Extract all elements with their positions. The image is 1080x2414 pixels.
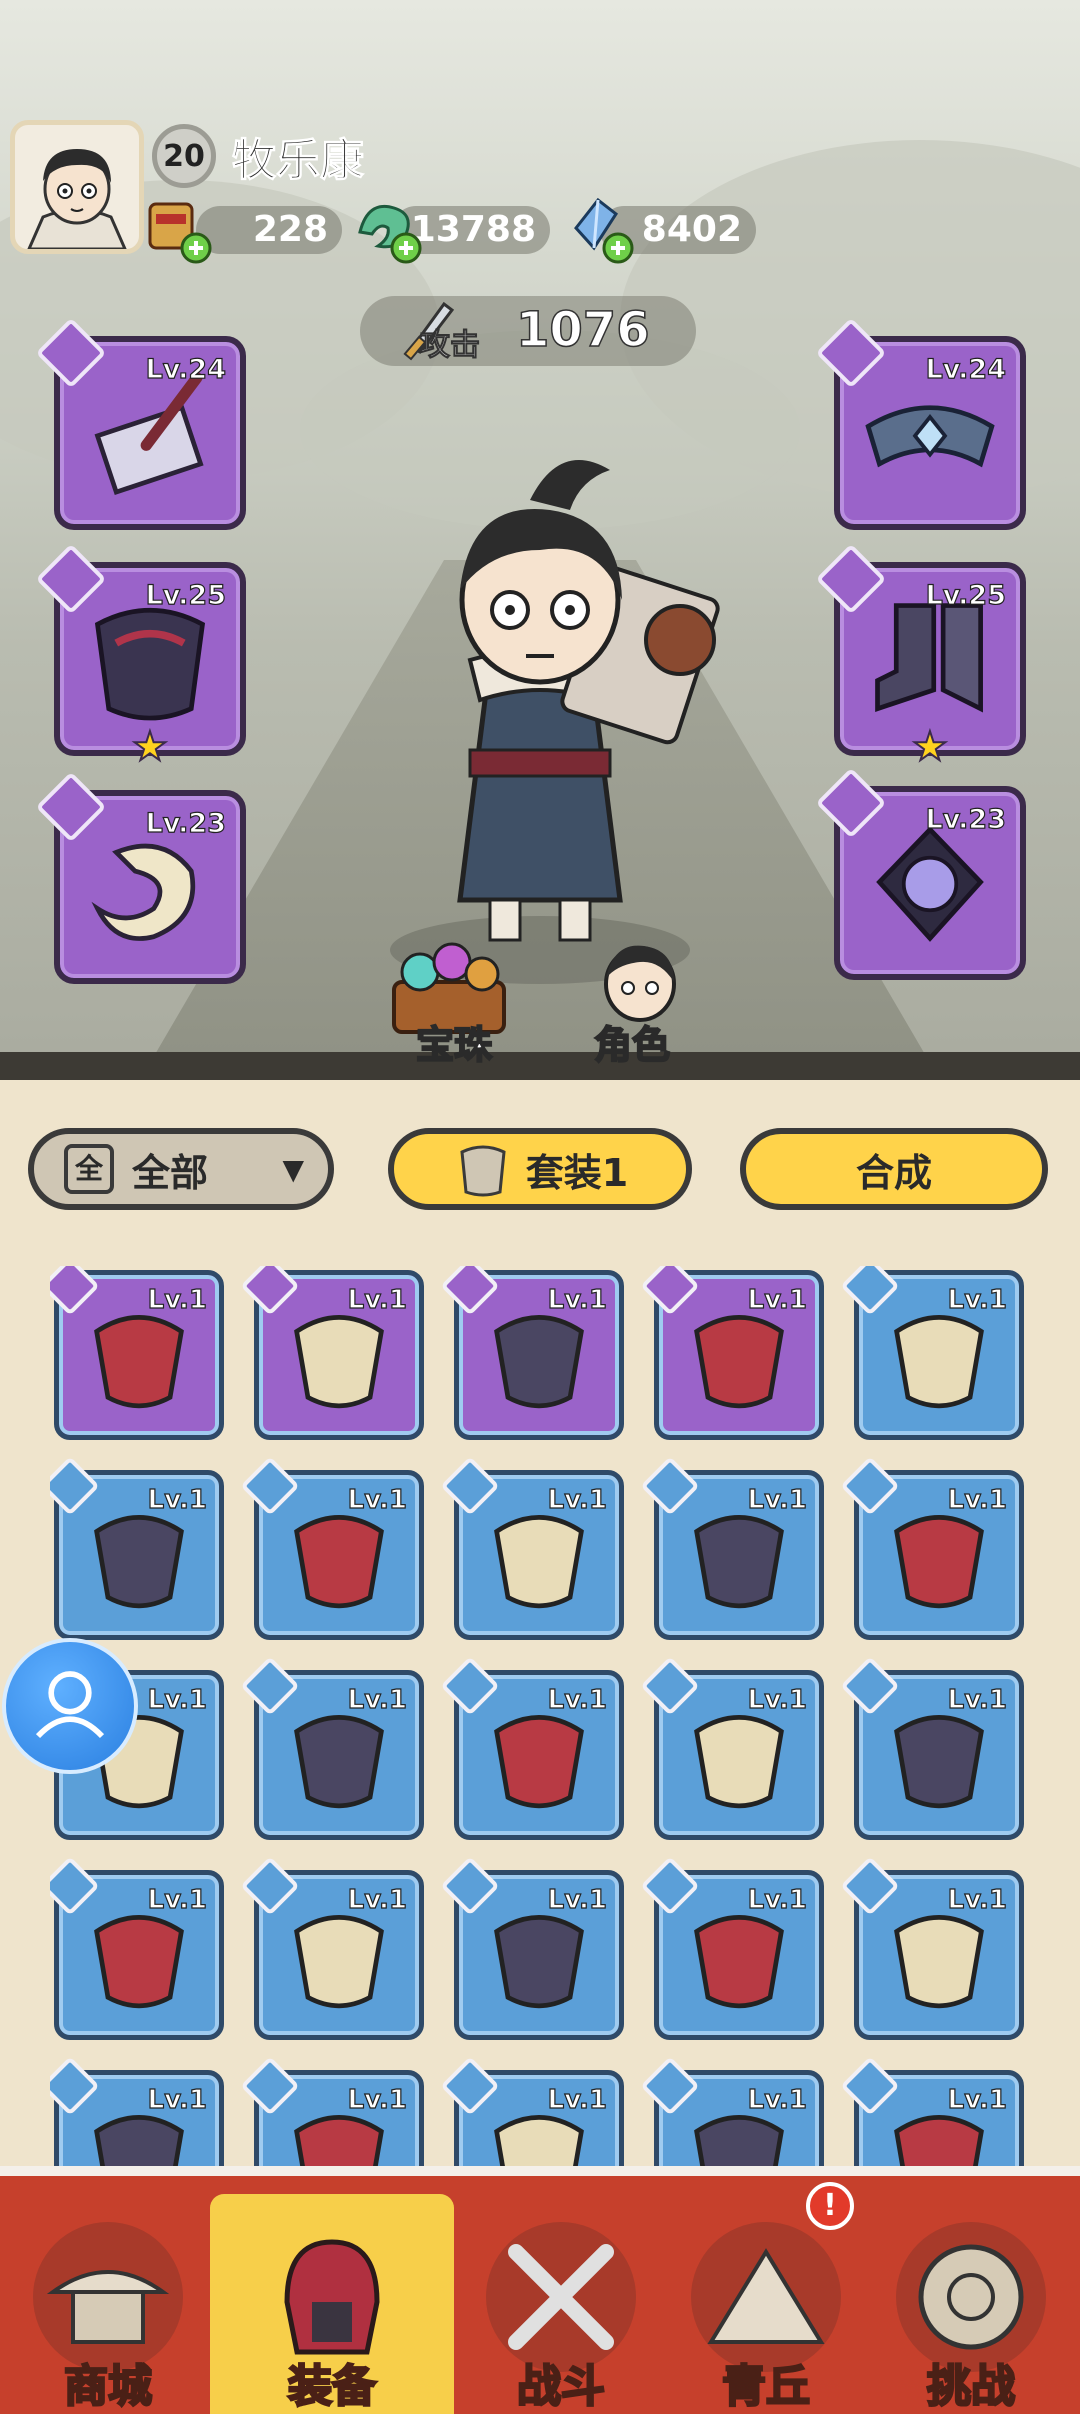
item-level: Lv.1 (147, 1684, 208, 1715)
equip-slot-amulet[interactable]: Lv.23 (815, 767, 1026, 980)
item-level: Lv.1 (547, 1684, 608, 1715)
inventory-item[interactable]: Lv.1 (840, 2056, 1024, 2166)
inventory-item[interactable]: Lv.1 (240, 1856, 424, 2040)
filter-label: 全部 (132, 1150, 209, 1195)
equip-slot-weapon[interactable]: Lv.24 (35, 317, 246, 530)
item-level: Lv.1 (947, 1884, 1008, 1915)
item-level: Lv.1 (747, 1684, 808, 1715)
item-level: Lv.1 (547, 1284, 608, 1315)
inventory-item[interactable]: Lv.1 (840, 1656, 1024, 1840)
slot-level: Lv.23 (925, 803, 1007, 835)
nav-shop[interactable]: 商城 (10, 2194, 206, 2414)
star-icon: ★ (911, 723, 949, 771)
item-level: Lv.1 (347, 1684, 408, 1715)
inventory-item[interactable]: Lv.1 (640, 1266, 824, 1440)
armor-set-icon (460, 1145, 506, 1197)
nav-battle-label: 战斗 (516, 2360, 607, 2414)
slot-level: Lv.23 (145, 807, 227, 839)
attack-value: 1076 (515, 301, 650, 359)
item-level: Lv.1 (547, 1884, 608, 1915)
inventory-item[interactable]: Lv.1 (240, 1266, 424, 1440)
inventory-item[interactable]: Lv.1 (440, 1856, 624, 2040)
item-level: Lv.1 (547, 2084, 608, 2115)
inventory-item[interactable]: Lv.1 (240, 2056, 424, 2166)
chevron-down-icon: ▼ (282, 1152, 304, 1186)
bottom-navigation: 商城 装备 战斗 ! 青丘 挑战 (0, 2166, 1080, 2414)
slot-level: Lv.24 (145, 353, 227, 385)
equip-slot-armor[interactable]: Lv.25 ★ (35, 543, 246, 771)
equip-slot-belt[interactable]: Lv.24 (815, 317, 1026, 530)
inventory-item[interactable]: Lv.1 (50, 1856, 224, 2040)
item-level: Lv.1 (947, 1284, 1008, 1315)
filter-all-icon: 全 (64, 1144, 114, 1194)
inventory-item[interactable]: Lv.1 (440, 1656, 624, 1840)
inventory-grid: Lv.1 Lv.1 Lv.1 Lv.1 Lv.1 Lv.1 Lv.1 Lv.1 Lv.1 Lv.1… (50, 1266, 1030, 2166)
slot-level: Lv.25 (145, 579, 227, 611)
equip-slot-boots[interactable]: Lv.25 ★ (815, 543, 1026, 771)
scroll-bag-icon[interactable] (140, 190, 216, 266)
crystal-icon[interactable] (562, 190, 638, 266)
outfit-set-button[interactable]: 套装1 (388, 1128, 692, 1210)
item-level: Lv.1 (147, 1884, 208, 1915)
inventory-item[interactable]: Lv.1 (840, 1266, 1024, 1440)
support-button[interactable] (2, 1638, 138, 1774)
nav-battle[interactable]: 战斗 (462, 2194, 660, 2414)
gems-button-label[interactable]: 宝珠 (415, 1014, 493, 1069)
inventory-item[interactable]: Lv.1 (240, 1656, 424, 1840)
item-level: Lv.1 (347, 1884, 408, 1915)
item-level: Lv.1 (947, 1684, 1008, 1715)
inventory-item[interactable]: Lv.1 (240, 1456, 424, 1640)
filter-dropdown[interactable]: 全 全部 ▼ (28, 1128, 334, 1210)
synthesize-label: 合成 (855, 1150, 932, 1195)
item-level: Lv.1 (947, 1484, 1008, 1515)
hero-character (390, 460, 720, 984)
item-level: Lv.1 (147, 2084, 208, 2115)
nav-shop-label: 商城 (63, 2360, 154, 2414)
inventory-item[interactable]: Lv.1 (640, 1456, 824, 1640)
resource-scrolls-value: 228 (196, 206, 342, 254)
item-level: Lv.1 (747, 1284, 808, 1315)
notification-badge: ! (806, 2182, 854, 2230)
item-level: Lv.1 (947, 2084, 1008, 2115)
nav-challenge-label: 挑战 (926, 2360, 1017, 2414)
player-level-badge: 20 (152, 124, 216, 188)
nav-qingqiu-label: 青丘 (721, 2360, 812, 2414)
item-level: Lv.1 (147, 1484, 208, 1515)
inventory-item[interactable]: Lv.1 (50, 2056, 224, 2166)
player-name: 牧乐康 (232, 135, 365, 187)
user-icon (35, 1671, 105, 1739)
item-level: Lv.1 (347, 1284, 408, 1315)
item-level: Lv.1 (747, 2084, 808, 2115)
item-level: Lv.1 (747, 1484, 808, 1515)
outfit-set-label: 套装1 (525, 1150, 629, 1195)
jade-dragon-icon[interactable] (350, 190, 426, 266)
equip-slot-bracelet[interactable]: Lv.23 (35, 771, 246, 984)
synthesize-button[interactable]: 合成 (740, 1128, 1048, 1210)
item-level: Lv.1 (347, 1484, 408, 1515)
nav-challenge[interactable]: 挑战 (872, 2194, 1070, 2414)
item-level: Lv.1 (347, 2084, 408, 2115)
inventory-item[interactable]: Lv.1 (640, 1656, 824, 1840)
star-icon: ★ (131, 723, 169, 771)
inventory-item[interactable]: Lv.1 (640, 2056, 824, 2166)
inventory-item[interactable]: Lv.1 (440, 1266, 624, 1440)
inventory-item[interactable]: Lv.1 (440, 2056, 624, 2166)
item-level: Lv.1 (547, 1484, 608, 1515)
inventory-item[interactable]: Lv.1 (640, 1856, 824, 2040)
nav-qingqiu[interactable]: ! 青丘 (668, 2182, 864, 2414)
nav-equipment-label: 装备 (287, 2360, 378, 2414)
nav-equipment[interactable]: 装备 (210, 2194, 454, 2414)
inventory-item[interactable]: Lv.1 (440, 1456, 624, 1640)
inventory-item[interactable]: Lv.1 (50, 1456, 224, 1640)
slot-level: Lv.24 (925, 353, 1007, 385)
item-level: Lv.1 (747, 1884, 808, 1915)
item-level: Lv.1 (147, 1284, 208, 1315)
inventory-item[interactable]: Lv.1 (50, 1266, 224, 1440)
slot-level: Lv.25 (925, 579, 1007, 611)
role-button-label[interactable]: 角色 (593, 1014, 671, 1069)
attack-label: 攻击 (420, 328, 481, 364)
inventory-item[interactable]: Lv.1 (840, 1456, 1024, 1640)
inventory-item[interactable]: Lv.1 (840, 1856, 1024, 2040)
player-avatar[interactable] (10, 120, 144, 254)
